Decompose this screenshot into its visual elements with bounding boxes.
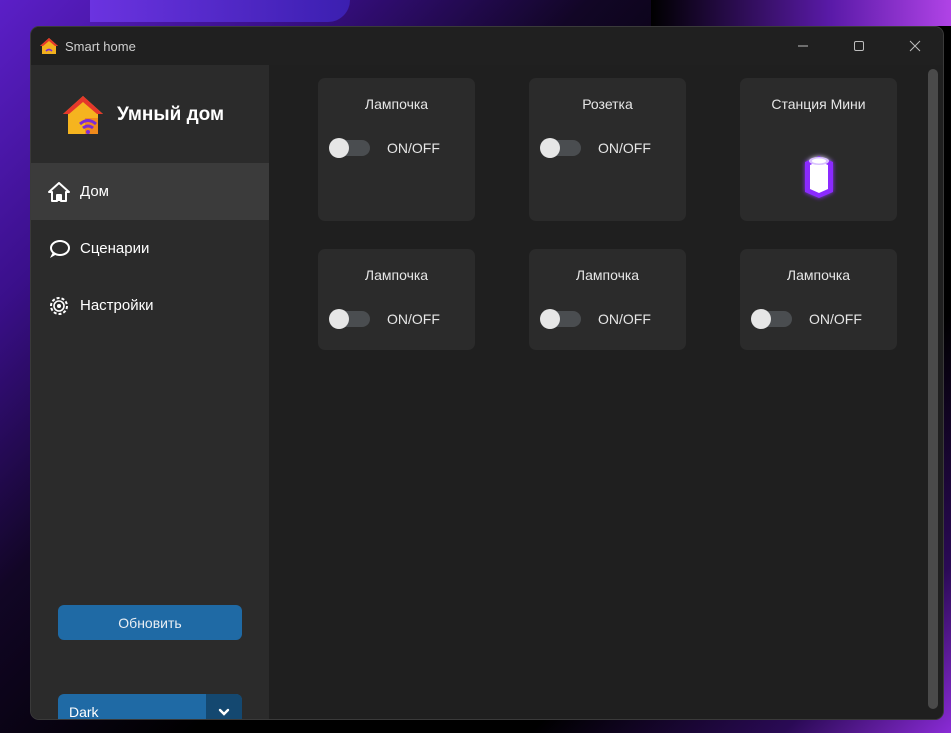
toggle-switch[interactable] xyxy=(540,138,581,158)
nav-item-home[interactable]: Дом xyxy=(31,163,269,220)
toggle-knob xyxy=(329,138,349,158)
chevron-down-icon xyxy=(218,708,230,716)
smart-home-logo-icon xyxy=(63,96,103,134)
device-card-station-mini[interactable]: Станция Мини xyxy=(740,78,897,221)
device-name: Розетка xyxy=(582,96,633,112)
toggle-knob xyxy=(540,309,560,329)
app-home-icon xyxy=(40,38,58,54)
power-toggle[interactable]: ON/OFF xyxy=(540,309,651,329)
device-card-bulb-1: Лампочка ON/OFF xyxy=(318,78,475,221)
update-button[interactable]: Обновить xyxy=(58,605,242,640)
device-card-bulb-4: Лампочка ON/OFF xyxy=(740,249,897,350)
toggle-knob xyxy=(540,138,560,158)
brand-title: Умный дом xyxy=(117,104,225,125)
toggle-label[interactable]: ON/OFF xyxy=(598,311,651,327)
device-name: Лампочка xyxy=(786,267,851,283)
sidebar: Умный дом Дом Сценарии Настройки Обновит… xyxy=(31,65,269,719)
gear-icon xyxy=(48,295,70,317)
window-title: Smart home xyxy=(65,38,136,54)
toggle-switch[interactable] xyxy=(540,309,581,329)
device-card-bulb-2: Лампочка ON/OFF xyxy=(318,249,475,350)
toggle-knob xyxy=(329,309,349,329)
nav-item-scenarios[interactable]: Сценарии xyxy=(31,220,269,277)
wallpaper-accent-right xyxy=(651,0,951,26)
maximize-button[interactable] xyxy=(831,27,887,65)
nav-item-settings[interactable]: Настройки xyxy=(31,277,269,334)
title-bar[interactable]: Smart home xyxy=(31,27,943,65)
theme-selected-value: Dark xyxy=(69,704,99,719)
toggle-label[interactable]: ON/OFF xyxy=(387,311,440,327)
power-toggle[interactable]: ON/OFF xyxy=(540,138,651,158)
power-toggle[interactable]: ON/OFF xyxy=(329,309,440,329)
device-card-socket: Розетка ON/OFF xyxy=(529,78,686,221)
device-name: Лампочка xyxy=(364,96,429,112)
home-icon xyxy=(48,181,70,203)
maximize-icon xyxy=(854,41,864,51)
toggle-label[interactable]: ON/OFF xyxy=(598,140,651,156)
close-icon xyxy=(909,40,921,52)
device-card-bulb-3: Лампочка ON/OFF xyxy=(529,249,686,350)
brand: Умный дом xyxy=(61,94,224,136)
theme-dropdown-arrow[interactable] xyxy=(206,694,242,719)
minimize-icon xyxy=(798,45,808,47)
device-name: Лампочка xyxy=(575,267,640,283)
nav-item-label: Дом xyxy=(80,183,109,200)
nav-item-label: Настройки xyxy=(80,297,154,314)
app-window: Smart home Умный дом Дом Сценарии Настро… xyxy=(31,27,943,719)
toggle-switch[interactable] xyxy=(329,138,370,158)
toggle-switch[interactable] xyxy=(751,309,792,329)
nav-item-label: Сценарии xyxy=(80,240,150,257)
toggle-label[interactable]: ON/OFF xyxy=(809,311,862,327)
chat-bubble-icon xyxy=(48,238,70,260)
wallpaper-accent-left xyxy=(90,0,350,22)
close-button[interactable] xyxy=(887,27,943,65)
toggle-knob xyxy=(751,309,771,329)
toggle-label[interactable]: ON/OFF xyxy=(387,140,440,156)
smart-speaker-icon xyxy=(805,156,833,198)
power-toggle[interactable]: ON/OFF xyxy=(751,309,862,329)
minimize-button[interactable] xyxy=(775,27,831,65)
device-name: Станция Мини xyxy=(771,96,866,112)
devices-panel: Лампочка ON/OFF Розетка ON/OFF Станция М… xyxy=(269,65,943,719)
theme-dropdown[interactable]: Dark xyxy=(58,694,242,719)
scrollbar[interactable] xyxy=(928,69,938,709)
toggle-switch[interactable] xyxy=(329,309,370,329)
power-toggle[interactable]: ON/OFF xyxy=(329,138,440,158)
device-name: Лампочка xyxy=(364,267,429,283)
